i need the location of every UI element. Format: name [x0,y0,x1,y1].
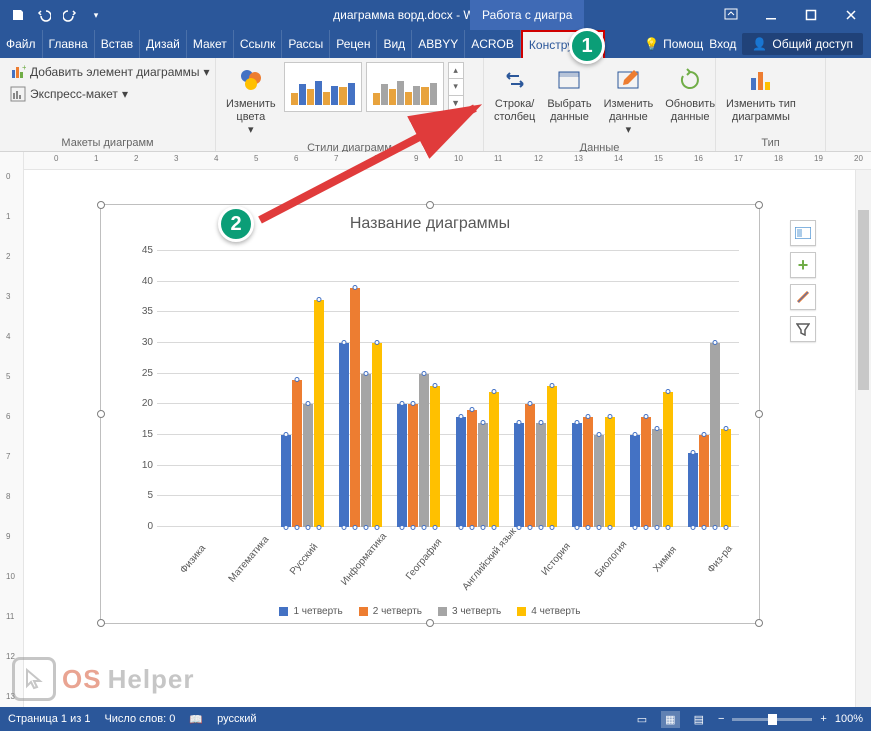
quick-layout-label: Экспресс-макет [30,87,118,101]
workspace: 01234567891011121314 0123456789101112131… [0,152,871,707]
add-chart-element-label: Добавить элемент диаграммы [30,65,200,79]
switch-row-column-label: Строка/ столбец [494,98,535,124]
tab-abbyy[interactable]: ABBYY [412,30,465,58]
annotation-arrow [250,100,490,230]
minimize-icon[interactable] [751,0,791,30]
document-page: Название диаграммы 051015202530354045 Фи… [64,180,824,700]
watermark: OS Helper [12,657,195,701]
annotation-callout-1: 1 [569,28,605,64]
zoom-out-icon[interactable]: − [718,713,724,725]
refresh-data-button[interactable]: Обновить данные [661,62,719,126]
status-language[interactable]: русский [217,713,256,725]
chart-plot-area[interactable]: 051015202530354045 [157,251,739,527]
watermark-text-2: Helper [108,664,195,695]
gallery-down-icon[interactable]: ▾ [449,79,463,95]
zoom-slider[interactable]: − + 100% [718,713,863,725]
close-icon[interactable] [831,0,871,30]
tab-review[interactable]: Рецен [330,30,377,58]
zoom-in-icon[interactable]: + [820,713,826,725]
chart-tools-context-label: Работа с диагра [470,0,584,30]
quick-layout-button[interactable]: Экспресс-макет ▾ [6,84,214,104]
select-data-button[interactable]: Выбрать данные [543,62,595,126]
watermark-text-1: OS [62,664,102,695]
title-bar: ▾ диаграмма ворд.docx - Word Работа с ди… [0,0,871,30]
tab-view[interactable]: Вид [377,30,412,58]
tell-me[interactable]: 💡 Помощ [644,37,703,51]
chart-object[interactable]: Название диаграммы 051015202530354045 Фи… [100,204,760,624]
add-chart-element-button[interactable]: +Добавить элемент диаграммы ▾ [6,62,214,82]
annotation-callout-2: 2 [218,206,254,242]
print-layout-icon[interactable]: ▦ [661,711,679,728]
vertical-scrollbar[interactable] [855,170,871,707]
cursor-icon [12,657,56,701]
status-page[interactable]: Страница 1 из 1 [8,713,90,725]
tab-design[interactable]: Дизай [140,30,187,58]
edit-data-label: Изменить данные [604,98,654,124]
group-label-layouts: Макеты диаграмм [6,135,209,149]
ribbon-tabs: Файл Главна Встав Дизай Макет Ссылк Расс… [0,30,871,58]
change-chart-type-label: Изменить тип диаграммы [726,98,796,124]
refresh-data-label: Обновить данные [665,98,715,124]
switch-row-column-button[interactable]: Строка/ столбец [490,62,539,126]
change-chart-type-button[interactable]: Изменить тип диаграммы [722,62,800,126]
tab-acrobat[interactable]: ACROB [465,30,521,58]
chart-styles-icon[interactable] [790,284,816,310]
group-label-type: Тип [722,135,819,149]
select-data-label: Выбрать данные [547,98,591,124]
proofing-icon[interactable]: 📖 [189,713,203,726]
bulb-icon: 💡 [644,37,659,51]
chart-x-labels: ФизикаМатематикаРусскийИнформатикаГеогра… [157,552,739,569]
maximize-icon[interactable] [791,0,831,30]
qat-more-icon[interactable]: ▾ [84,3,108,27]
share-label: Общий доступ [772,37,853,51]
chart-layout-options-icon[interactable] [790,220,816,246]
person-icon: 👤 [752,37,767,51]
document-title: диаграмма ворд.docx - Word [114,8,711,22]
zoom-level[interactable]: 100% [835,713,863,725]
tell-me-label: Помощ [663,37,703,51]
svg-text:+: + [22,64,26,72]
tab-mailings[interactable]: Рассы [282,30,330,58]
gallery-up-icon[interactable]: ▴ [449,63,463,79]
tab-insert[interactable]: Встав [95,30,140,58]
share-button[interactable]: 👤 Общий доступ [742,33,863,55]
tab-file[interactable]: Файл [0,30,43,58]
undo-icon[interactable] [32,3,56,27]
tab-home[interactable]: Главна [43,30,95,58]
status-bar: Страница 1 из 1 Число слов: 0 📖 русский … [0,707,871,731]
chart-elements-icon[interactable]: + [790,252,816,278]
tab-references[interactable]: Ссылк [234,30,283,58]
save-icon[interactable] [6,3,30,27]
ribbon-collapse-icon[interactable] [711,0,751,30]
vertical-ruler: 01234567891011121314 [0,152,24,707]
edit-data-button[interactable]: Изменить данные ▾ [600,62,658,140]
status-word-count[interactable]: Число слов: 0 [104,713,175,725]
tab-layout[interactable]: Макет [187,30,234,58]
redo-icon[interactable] [58,3,82,27]
chart-filters-icon[interactable] [790,316,816,342]
chart-legend[interactable]: 1 четверть2 четверть3 четверть4 четверть [101,606,759,617]
web-layout-icon[interactable]: ▤ [694,713,704,726]
sign-in[interactable]: Вход [709,37,736,51]
read-mode-icon[interactable]: ▭ [637,713,647,726]
